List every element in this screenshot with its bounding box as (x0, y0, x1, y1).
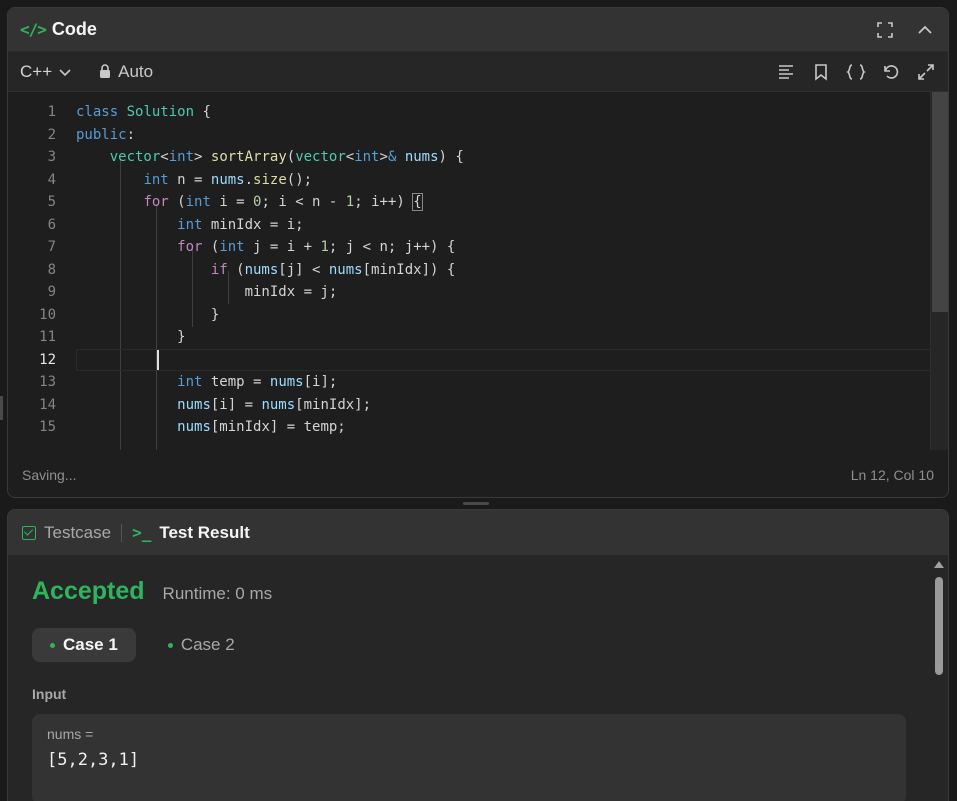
save-status: Saving... (22, 467, 77, 483)
line-number: 1 (47, 104, 56, 120)
code-line: 7 for (int j = i + 1; j < n; j++) { (8, 236, 948, 259)
editor-scrollbar[interactable] (930, 92, 948, 450)
case-tab-label: Case 1 (63, 635, 118, 654)
chevron-up-icon[interactable] (914, 19, 936, 41)
code-line: 5 for (int i = 0; i < n - 1; i++) { (8, 191, 948, 214)
pass-dot-icon (167, 642, 173, 648)
expand-icon[interactable] (915, 61, 936, 82)
verdict-row: Accepted Runtime: 0 ms (32, 577, 906, 606)
input-value: [5,2,3,1] (47, 750, 140, 770)
line-number: 9 (47, 284, 56, 300)
code-line-current: 12 (8, 348, 948, 371)
line-number: 8 (47, 261, 56, 278)
code-line: 8 if (nums[j] < nums[minIdx]) { (8, 259, 948, 282)
runtime-text: Runtime: 0 ms (162, 584, 273, 603)
code-title: Code (51, 19, 97, 39)
result-tabs: Testcase >_ Test Result (8, 510, 948, 555)
line-number: 3 (47, 149, 56, 165)
language-label: C++ (20, 61, 53, 81)
result-panel: Testcase >_ Test Result Accepted Runtime… (7, 509, 949, 801)
line-number: 5 (47, 194, 56, 210)
code-line: 6 int minIdx = i; (8, 214, 948, 237)
code-line: 10 } (8, 304, 948, 327)
code-line: 13 int temp = nums[i]; (8, 371, 948, 394)
toolbar-actions (775, 61, 936, 82)
case-tab-2[interactable]: Case 2 (150, 628, 253, 662)
side-resize-handle[interactable] (0, 396, 3, 420)
code-editor[interactable]: 1 class Solution { 2 public: 3 vector<int>… (8, 92, 948, 450)
line-number: 14 (39, 396, 56, 413)
line-number: 11 (39, 329, 56, 345)
input-variable: nums = (47, 726, 94, 742)
line-number: 10 (39, 306, 56, 323)
verdict-status: Accepted (32, 577, 145, 605)
result-scrollbar[interactable] (930, 555, 948, 801)
text-cursor (157, 349, 159, 370)
scroll-up-icon[interactable] (934, 561, 944, 568)
input-box: nums = [5,2,3,1] (32, 714, 906, 801)
code-line: 1 class Solution { (8, 101, 948, 124)
case-tab-label: Case 2 (180, 635, 235, 654)
input-label: Input (32, 686, 67, 702)
code-line: 15 nums[minIdx] = temp; (8, 416, 948, 439)
undo-icon[interactable] (880, 61, 901, 82)
format-icon[interactable] (775, 61, 796, 82)
line-number-active: 12 (39, 351, 56, 368)
line-number: 15 (39, 419, 56, 435)
code-panel: </> Code C++ Auto 1 class Solution {2 p… (7, 7, 949, 498)
cursor-position: Ln 12, Col 10 (850, 467, 934, 483)
braces-icon[interactable] (845, 61, 866, 82)
line-number: 7 (47, 239, 56, 255)
tab-testcase[interactable]: Testcase (22, 523, 111, 543)
bookmark-icon[interactable] (810, 61, 831, 82)
line-number: 2 (47, 126, 56, 143)
case-tab-1[interactable]: Case 1 (32, 628, 136, 662)
auto-mode-label: Auto (118, 61, 154, 81)
code-icon: </> (20, 20, 47, 39)
panel-title: </> Code (20, 19, 97, 40)
panel-resize-handle[interactable] (463, 502, 489, 505)
pass-dot-icon (50, 642, 55, 648)
header-actions (874, 19, 936, 41)
tab-test-result[interactable]: >_ Test Result (132, 523, 250, 543)
code-line: 2 public: (8, 124, 948, 147)
chevron-down-icon (59, 68, 71, 76)
code-line: 4 int n = nums.size(); (8, 169, 948, 192)
line-number: 4 (47, 171, 56, 188)
case-tabs: Case 1 Case 2 (32, 628, 906, 662)
editor-status-bar: Saving... Ln 12, Col 10 (8, 453, 948, 497)
checkbox-icon (22, 525, 36, 540)
lock-icon (100, 64, 111, 78)
auto-mode[interactable]: Auto (98, 62, 153, 82)
editor-scroll-thumb[interactable] (932, 92, 948, 312)
code-panel-header: </> Code (8, 8, 948, 52)
line-number: 13 (39, 374, 56, 390)
language-select[interactable]: C++ (20, 62, 72, 82)
result-body: Accepted Runtime: 0 ms Case 1 Case 2 Inp… (8, 555, 930, 801)
code-line: 9 minIdx = j; (8, 281, 948, 304)
terminal-icon: >_ (132, 523, 152, 542)
code-line: 11 } (8, 326, 948, 349)
code-line: 14 nums[i] = nums[minIdx]; (8, 394, 948, 417)
tab-divider (121, 523, 123, 542)
code-line: 3 vector<int> sortArray(vector<int>& num… (8, 146, 948, 169)
fullscreen-icon[interactable] (874, 19, 896, 41)
tab-test-result-label: Test Result (159, 522, 250, 542)
tab-testcase-label: Testcase (44, 522, 112, 542)
line-number: 6 (47, 216, 56, 233)
result-scroll-thumb[interactable] (935, 577, 943, 675)
editor-toolbar: C++ Auto (8, 52, 948, 92)
